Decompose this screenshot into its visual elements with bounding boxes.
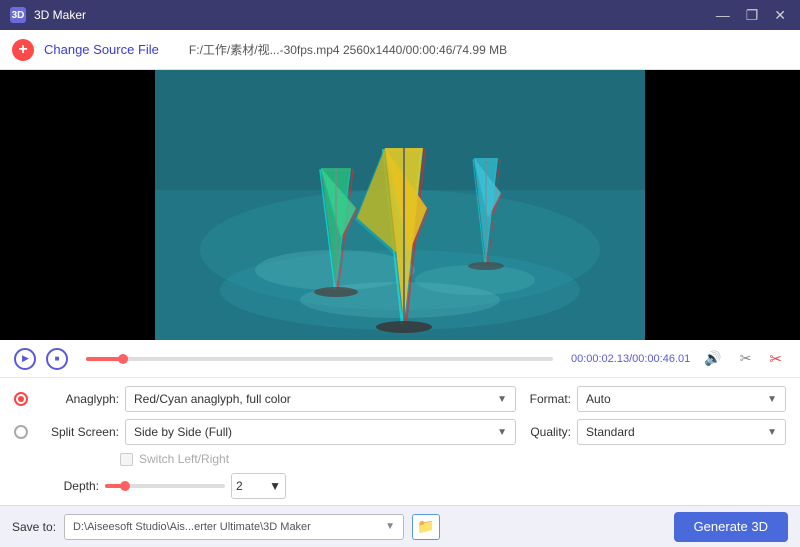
stop-icon: ■ bbox=[55, 354, 60, 363]
settings-right-col: Format: Auto ▼ Quality: Standard ▼ bbox=[516, 386, 786, 499]
depth-value: 2 bbox=[236, 479, 243, 493]
change-source-button[interactable]: Change Source File bbox=[44, 42, 159, 57]
quality-select[interactable]: Standard ▼ bbox=[577, 419, 786, 445]
depth-value-select[interactable]: 2 ▼ bbox=[231, 473, 286, 499]
save-path-text: D:\Aiseesoft Studio\Ais...erter Ultimate… bbox=[73, 521, 381, 533]
anaglyph-row: Anaglyph: Red/Cyan anaglyph, full color … bbox=[14, 386, 516, 412]
app-icon-text: 3D bbox=[12, 10, 25, 21]
anaglyph-radio[interactable] bbox=[14, 392, 28, 406]
switch-label: Switch Left/Right bbox=[139, 452, 229, 466]
app-icon: 3D bbox=[10, 7, 26, 23]
file-info: F:/工作/素材/视...-30fps.mp4 2560x1440/00:00:… bbox=[189, 41, 507, 58]
format-arrow: ▼ bbox=[767, 394, 777, 405]
stop-button[interactable]: ■ bbox=[46, 348, 68, 370]
quality-arrow: ▼ bbox=[767, 427, 777, 438]
anaglyph-label: Anaglyph: bbox=[34, 392, 119, 406]
settings-left-col: Anaglyph: Red/Cyan anaglyph, full color … bbox=[14, 386, 516, 499]
volume-icon[interactable]: 🔊 bbox=[700, 350, 725, 367]
format-row: Format: Auto ▼ bbox=[516, 386, 786, 412]
progress-bar[interactable] bbox=[86, 357, 553, 361]
save-to-label: Save to: bbox=[12, 520, 56, 534]
close-button[interactable]: ✕ bbox=[770, 7, 790, 24]
progress-indicator bbox=[118, 354, 128, 364]
split-screen-arrow: ▼ bbox=[497, 427, 507, 438]
settings-two-col: Anaglyph: Red/Cyan anaglyph, full color … bbox=[14, 386, 786, 499]
format-select[interactable]: Auto ▼ bbox=[577, 386, 786, 412]
settings-icon[interactable]: ✂ bbox=[736, 350, 756, 367]
split-screen-label: Split Screen: bbox=[34, 425, 119, 439]
toolbar: + Change Source File F:/工作/素材/视...-30fps… bbox=[0, 30, 800, 70]
switch-row: Switch Left/Right bbox=[120, 452, 516, 466]
quality-label: Quality: bbox=[516, 425, 571, 439]
quality-row: Quality: Standard ▼ bbox=[516, 419, 786, 445]
depth-arrow: ▼ bbox=[269, 479, 281, 493]
controls-bar: ▶ ■ 00:00:02.13/00:00:46.01 🔊 ✂ ✂ bbox=[0, 340, 800, 378]
split-screen-row: Split Screen: Side by Side (Full) ▼ bbox=[14, 419, 516, 445]
quality-value: Standard bbox=[586, 425, 635, 439]
video-area bbox=[0, 70, 800, 340]
add-source-button[interactable]: + bbox=[12, 39, 34, 61]
app-title: 3D Maker bbox=[34, 8, 712, 22]
video-black-bar-right bbox=[645, 70, 800, 340]
split-screen-value: Side by Side (Full) bbox=[134, 425, 232, 439]
format-label: Format: bbox=[516, 392, 571, 406]
depth-label: Depth: bbox=[14, 479, 99, 493]
play-button[interactable]: ▶ bbox=[14, 348, 36, 370]
minimize-button[interactable]: — bbox=[712, 7, 734, 24]
generate-3d-button[interactable]: Generate 3D bbox=[674, 512, 788, 542]
anaglyph-value: Red/Cyan anaglyph, full color bbox=[134, 392, 291, 406]
settings-panel: Anaglyph: Red/Cyan anaglyph, full color … bbox=[0, 378, 800, 505]
save-bar: Save to: D:\Aiseesoft Studio\Ais...erter… bbox=[0, 505, 800, 547]
save-path-field[interactable]: D:\Aiseesoft Studio\Ais...erter Ultimate… bbox=[64, 514, 404, 540]
video-black-bar-left bbox=[0, 70, 155, 340]
folder-icon: 📁 bbox=[417, 518, 434, 535]
window-controls: — ❐ ✕ bbox=[712, 7, 790, 24]
split-screen-radio[interactable] bbox=[14, 425, 28, 439]
anaglyph-arrow: ▼ bbox=[497, 394, 507, 405]
time-display: 00:00:02.13/00:00:46.01 bbox=[571, 353, 690, 365]
play-icon: ▶ bbox=[22, 353, 29, 364]
cut-icon[interactable]: ✂ bbox=[765, 350, 786, 368]
switch-checkbox[interactable] bbox=[120, 453, 133, 466]
restore-button[interactable]: ❐ bbox=[742, 7, 763, 24]
depth-slider-dot bbox=[120, 481, 130, 491]
browse-folder-button[interactable]: 📁 bbox=[412, 514, 440, 540]
anaglyph-select[interactable]: Red/Cyan anaglyph, full color ▼ bbox=[125, 386, 516, 412]
video-preview bbox=[155, 70, 645, 340]
depth-row: Depth: 2 ▼ bbox=[14, 473, 516, 499]
title-bar: 3D 3D Maker — ❐ ✕ bbox=[0, 0, 800, 30]
split-screen-select[interactable]: Side by Side (Full) ▼ bbox=[125, 419, 516, 445]
format-value: Auto bbox=[586, 392, 611, 406]
depth-slider[interactable] bbox=[105, 484, 225, 488]
